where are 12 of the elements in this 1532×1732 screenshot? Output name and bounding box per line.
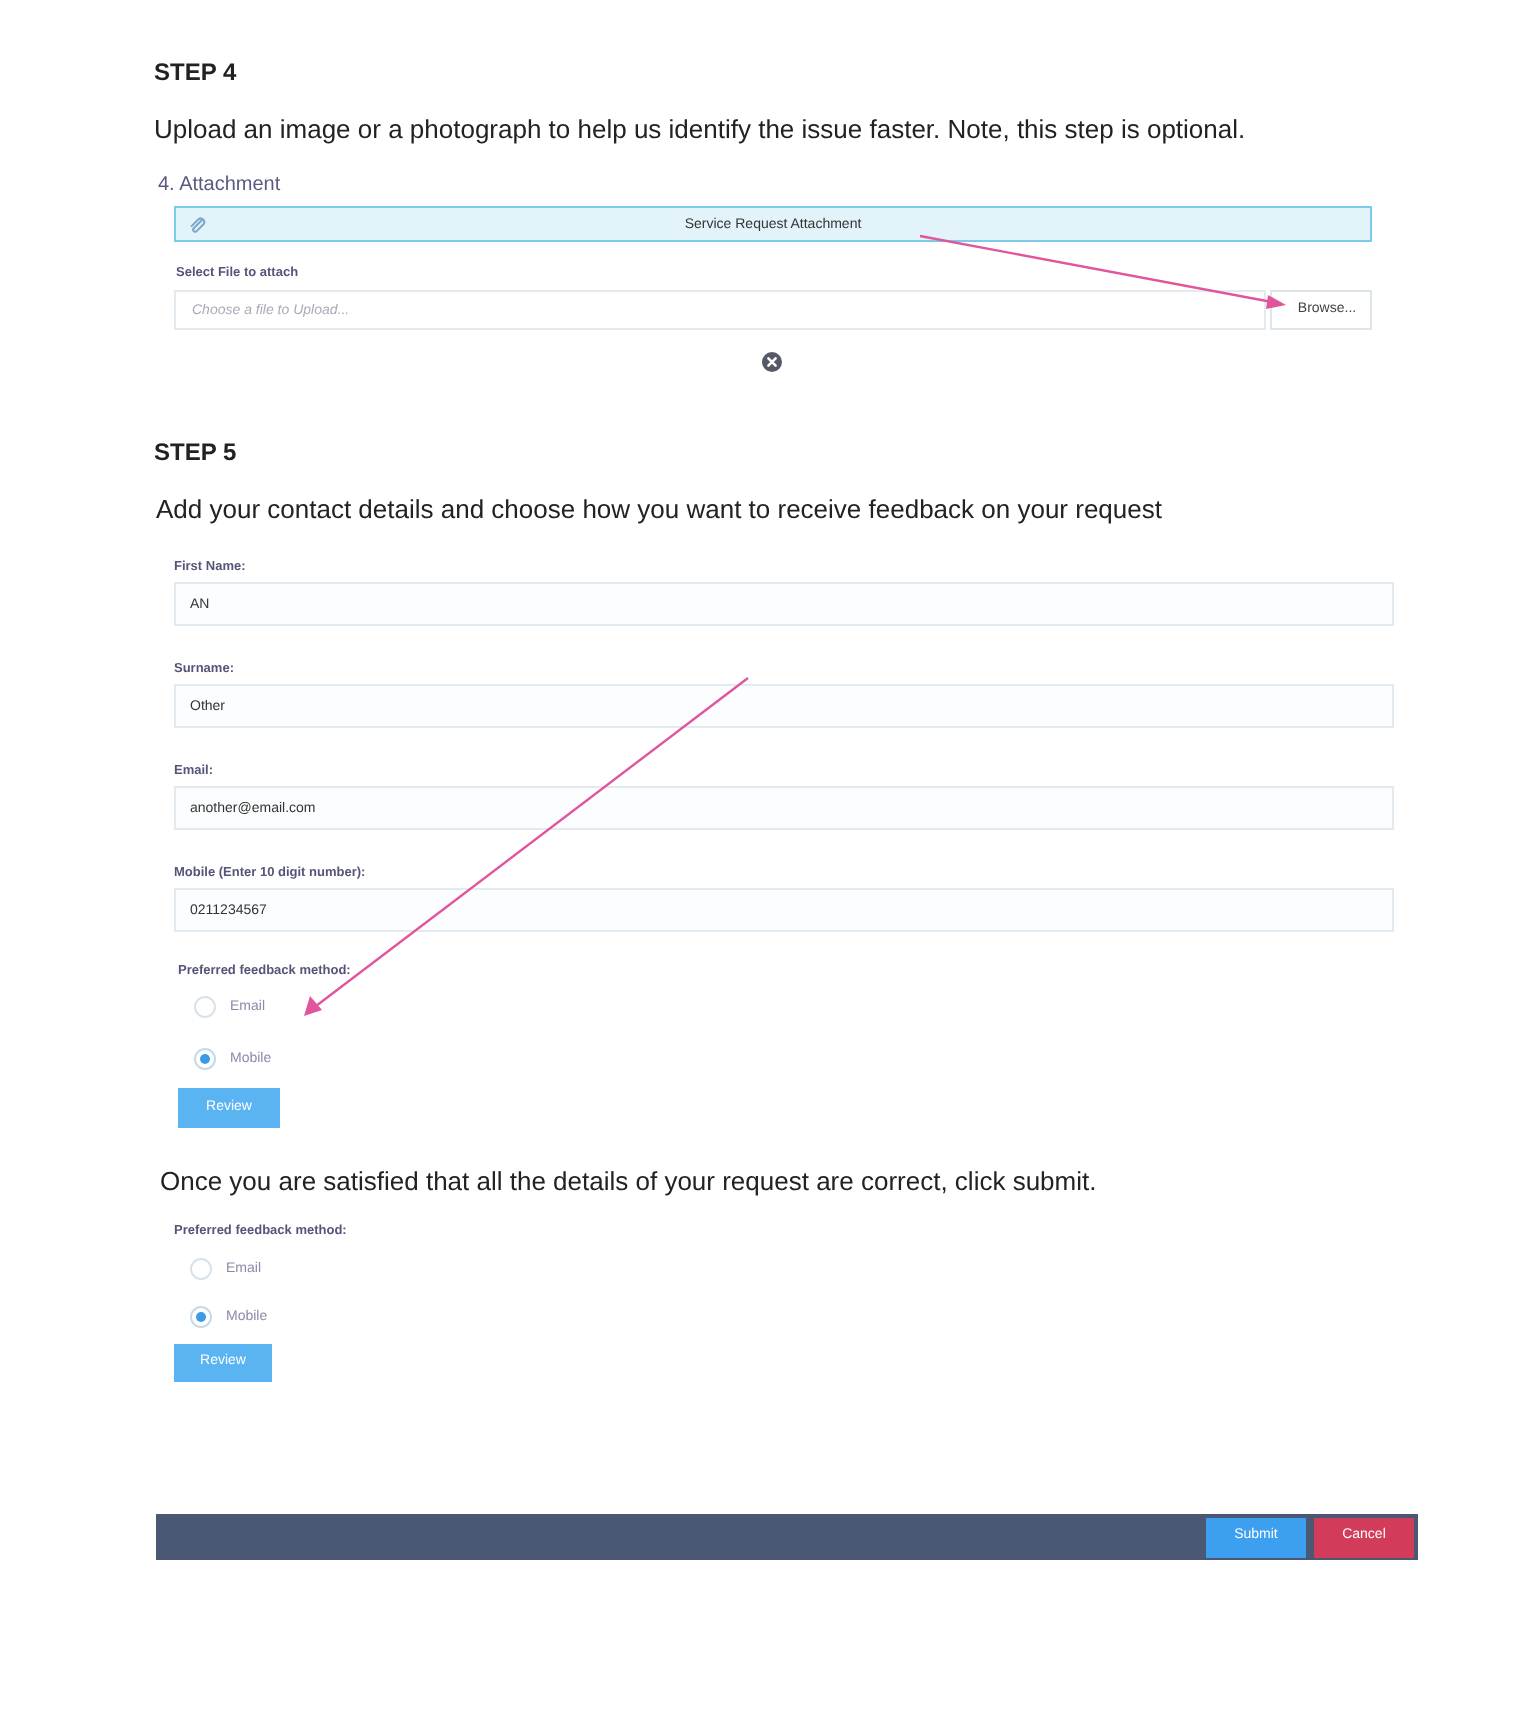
- section-label: 4. Attachment: [158, 174, 281, 196]
- review-instructions: Once you are satisfied that all the details of your request are correct, click submit.: [160, 1166, 1097, 1196]
- step-instructions: Upload an image or a photograph to help us identify the issue faster. Note, this step is optional.: [154, 114, 1246, 144]
- radio-button[interactable]: [194, 996, 216, 1018]
- radio-button[interactable]: [190, 1306, 212, 1328]
- step-heading: STEP 4: [154, 58, 237, 86]
- remove-icon[interactable]: [762, 352, 782, 372]
- radio-button[interactable]: [190, 1258, 212, 1280]
- paperclip-icon: [188, 215, 206, 233]
- step-instructions: Add your contact details and choose how you want to receive feedback on your request: [156, 494, 1162, 524]
- radio-button[interactable]: [194, 1048, 216, 1070]
- step-heading: STEP 5: [154, 438, 237, 466]
